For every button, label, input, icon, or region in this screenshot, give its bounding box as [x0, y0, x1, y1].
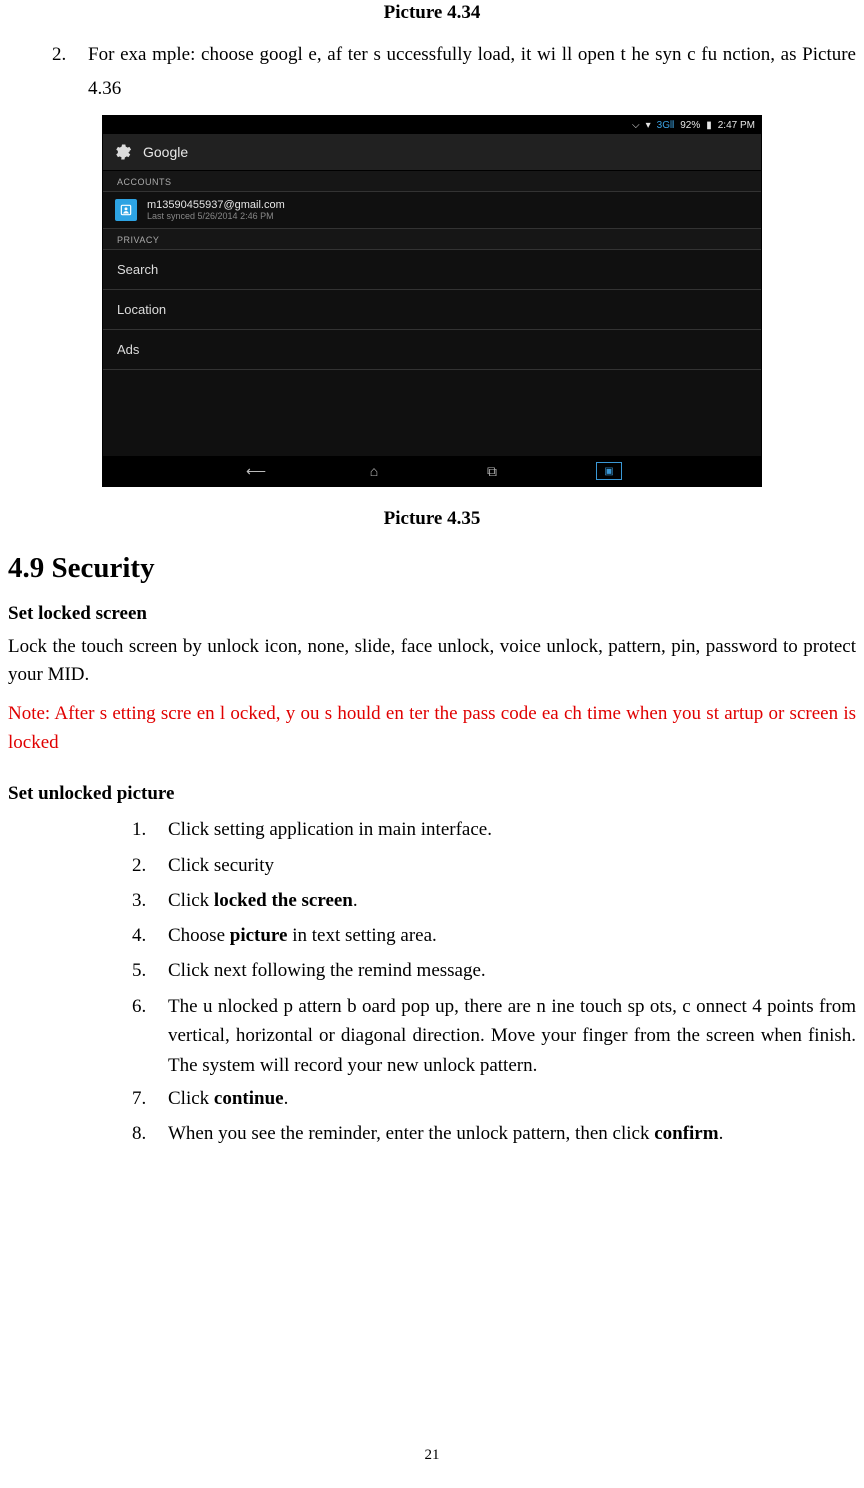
- intro-list-text: For exa mple: choose googl e, af ter s u…: [88, 38, 856, 106]
- page-number: 21: [0, 1447, 864, 1464]
- step-1: 1. Click setting application in main int…: [132, 813, 856, 846]
- step-num: 2.: [132, 849, 168, 882]
- step-7: 7. Click continue.: [132, 1082, 856, 1115]
- home-icon: ⌂: [360, 462, 388, 480]
- privacy-row-ads: Ads: [103, 330, 761, 370]
- step-6: 6. The u nlocked p attern b oard pop up,…: [132, 990, 856, 1080]
- recent-apps-icon: ⧉: [478, 462, 506, 480]
- gear-icon: [111, 141, 133, 163]
- account-row: m13590455937@gmail.com Last synced 5/26/…: [103, 192, 761, 229]
- step-5: 5. Click next following the remind messa…: [132, 954, 856, 987]
- paragraph-1: Lock the touch screen by unlock icon, no…: [8, 633, 856, 688]
- screen-title: Google: [143, 144, 188, 160]
- bluetooth-icon: ⌵: [632, 120, 640, 131]
- privacy-section-label: PRIVACY: [103, 229, 761, 250]
- contact-icon: [115, 199, 137, 221]
- step-num: 6.: [132, 990, 168, 1023]
- step-text: Click setting application in main interf…: [168, 813, 856, 844]
- caption-top: Picture 4.34: [8, 2, 856, 24]
- wifi-icon: ▾: [646, 120, 651, 131]
- step-text: Click continue.: [168, 1082, 856, 1113]
- steps-list: 1. Click setting application in main int…: [132, 813, 856, 1150]
- screenshot-icon: ▣: [596, 462, 622, 480]
- android-screenshot: ⌵ ▾ 3G⫴ 92% ▮ 2:47 PM Google ACCOUNTS m1…: [103, 116, 761, 486]
- step-3: 3. Click locked the screen.: [132, 884, 856, 917]
- step-text: Click next following the remind message.: [168, 954, 856, 985]
- subheading-1: Set locked screen: [8, 603, 856, 625]
- battery-percent: 92%: [680, 120, 700, 131]
- step-num: 4.: [132, 919, 168, 952]
- caption-mid: Picture 4.35: [8, 508, 856, 530]
- step-num: 8.: [132, 1117, 168, 1150]
- account-email: m13590455937@gmail.com: [147, 199, 285, 211]
- status-time: 2:47 PM: [718, 120, 755, 131]
- step-text: Click security: [168, 849, 856, 880]
- privacy-row-location: Location: [103, 290, 761, 330]
- screenshot-container: ⌵ ▾ 3G⫴ 92% ▮ 2:47 PM Google ACCOUNTS m1…: [8, 116, 856, 486]
- subheading-2: Set unlocked picture: [8, 783, 856, 805]
- account-sync-status: Last synced 5/26/2014 2:46 PM: [147, 212, 285, 222]
- nav-bar: ⟵ ⌂ ⧉ ▣: [103, 456, 761, 486]
- step-text: When you see the reminder, enter the unl…: [168, 1117, 856, 1148]
- note-text: Note: After s etting scre en l ocked, y …: [8, 699, 856, 758]
- accounts-section-label: ACCOUNTS: [103, 171, 761, 192]
- step-num: 5.: [132, 954, 168, 987]
- battery-icon: ▮: [706, 120, 712, 131]
- step-2: 2. Click security: [132, 849, 856, 882]
- step-8: 8. When you see the reminder, enter the …: [132, 1117, 856, 1150]
- intro-list-number: 2.: [52, 38, 88, 72]
- step-num: 7.: [132, 1082, 168, 1115]
- intro-list: 2. For exa mple: choose googl e, af ter …: [52, 38, 856, 106]
- step-text: The u nlocked p attern b oard pop up, th…: [168, 990, 856, 1080]
- step-4: 4. Choose picture in text setting area.: [132, 919, 856, 952]
- back-icon: ⟵: [242, 462, 270, 480]
- section-heading: 4.9 Security: [8, 552, 856, 585]
- step-text: Click locked the screen.: [168, 884, 856, 915]
- signal-icon: 3G⫴: [657, 120, 675, 131]
- title-bar: Google: [103, 134, 761, 171]
- step-num: 1.: [132, 813, 168, 846]
- step-text: Choose picture in text setting area.: [168, 919, 856, 950]
- status-bar: ⌵ ▾ 3G⫴ 92% ▮ 2:47 PM: [103, 116, 761, 134]
- step-num: 3.: [132, 884, 168, 917]
- privacy-row-search: Search: [103, 250, 761, 290]
